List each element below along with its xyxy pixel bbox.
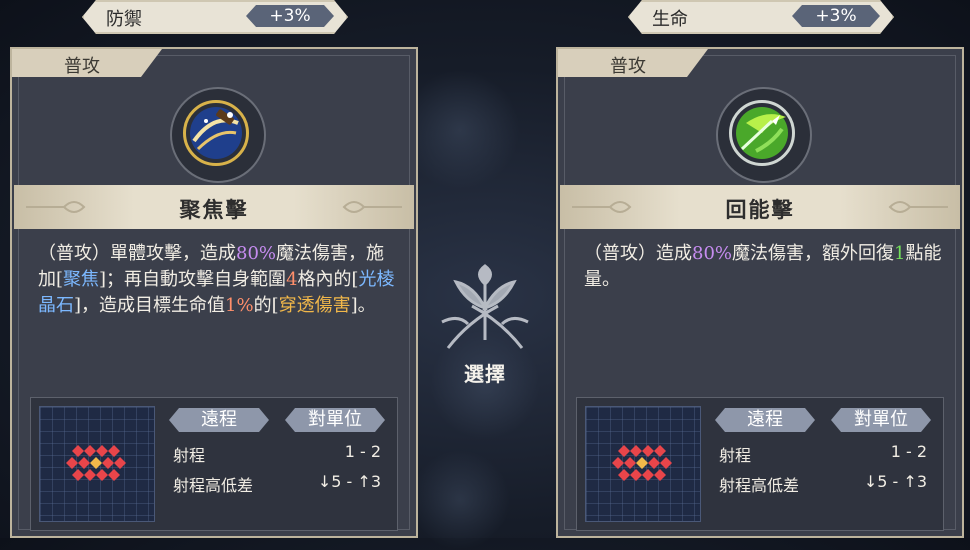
stat-label: 生命 [652,9,688,30]
energy-strike-art [736,107,788,159]
leaf-emblem-icon [441,264,529,349]
ornament-right-icon [342,201,402,213]
background-orb [410,450,510,550]
stat-value: +3% [246,5,334,27]
description-text: 魔法傷害，額外回復 [732,243,895,264]
description-text: 格內的[ [297,269,359,290]
energy-strike-icon [716,87,812,183]
skill-name-band: 回能擊 [560,185,960,229]
description-text: ]，造成目標生命值 [74,295,226,316]
skill-description: （普攻）造成80%魔法傷害，額外回復1點能量。 [584,241,942,293]
ornament-right-icon [888,201,948,213]
stat-value: +3% [792,5,880,27]
range-pattern-icon [66,445,126,481]
range-info-box: 遠程 對單位 射程 1 - 2 射程高低差 ↓5 - ↑3 [576,397,944,531]
highlight-red: 1% [225,295,254,316]
skill-card-energy-strike[interactable]: 普攻 回能擊 （普攻）造成80%魔法傷害，額外回復1點能量。 遠程 對單位 射程… [556,47,964,538]
range-label: 射程 [173,446,206,465]
range-grid [585,406,701,522]
description-text: 的[ [253,295,279,316]
tag-ranged: 遠程 [169,408,269,432]
range-label: 射程 [719,446,752,465]
height-diff-label: 射程高低差 [719,476,800,495]
skill-description: （普攻）單體攻擊，造成80%魔法傷害，施加[聚焦]；再自動攻擊自身範圍4格內的[… [38,241,396,319]
highlight-gold: 穿透傷害 [278,295,351,316]
highlight-red: 4 [286,269,298,290]
select-label: 選擇 [464,362,506,386]
description-text: ]。 [350,295,376,316]
skill-type-label: 普攻 [610,56,646,77]
background-orb [400,70,520,190]
focus-strike-icon [170,87,266,183]
highlight-blue: 聚焦 [63,269,100,290]
description-text: ]；再自動攻擊自身範圍 [99,269,287,290]
highlight-purple: 80% [236,243,277,264]
tag-ranged: 遠程 [715,408,815,432]
tag-single-target: 對單位 [831,408,931,432]
description-text: （普攻）造成 [584,243,692,264]
focus-strike-art [190,107,242,159]
range-info-box: 遠程 對單位 射程 1 - 2 射程高低差 ↓5 - ↑3 [30,397,398,531]
description-text: （普攻）單體攻擊，造成 [38,243,236,264]
height-diff-value: ↓5 - ↑3 [317,472,381,491]
skill-type-tab: 普攻 [558,49,708,77]
skill-type-label: 普攻 [64,56,100,77]
stat-label: 防禦 [106,9,142,30]
height-diff-label: 射程高低差 [173,476,254,495]
skill-name-band: 聚焦擊 [14,185,414,229]
skill-type-tab: 普攻 [12,49,162,77]
tag-single-target: 對單位 [285,408,385,432]
select-button[interactable]: 選擇 [438,262,532,386]
highlight-green: 1 [894,243,906,264]
range-value: 1 - 2 [344,442,381,461]
skill-card-focus-strike[interactable]: 普攻 聚焦擊 （普攻）單體攻擊，造成80%魔法傷害，施加[聚焦]；再自動攻擊自身… [10,47,418,538]
range-pattern-icon [612,445,672,481]
stat-pill-hp: 生命 +3% [628,0,894,34]
height-diff-value: ↓5 - ↑3 [863,472,927,491]
stat-pill-defense: 防禦 +3% [82,0,348,34]
highlight-purple: 80% [692,243,733,264]
range-grid [39,406,155,522]
range-value: 1 - 2 [890,442,927,461]
